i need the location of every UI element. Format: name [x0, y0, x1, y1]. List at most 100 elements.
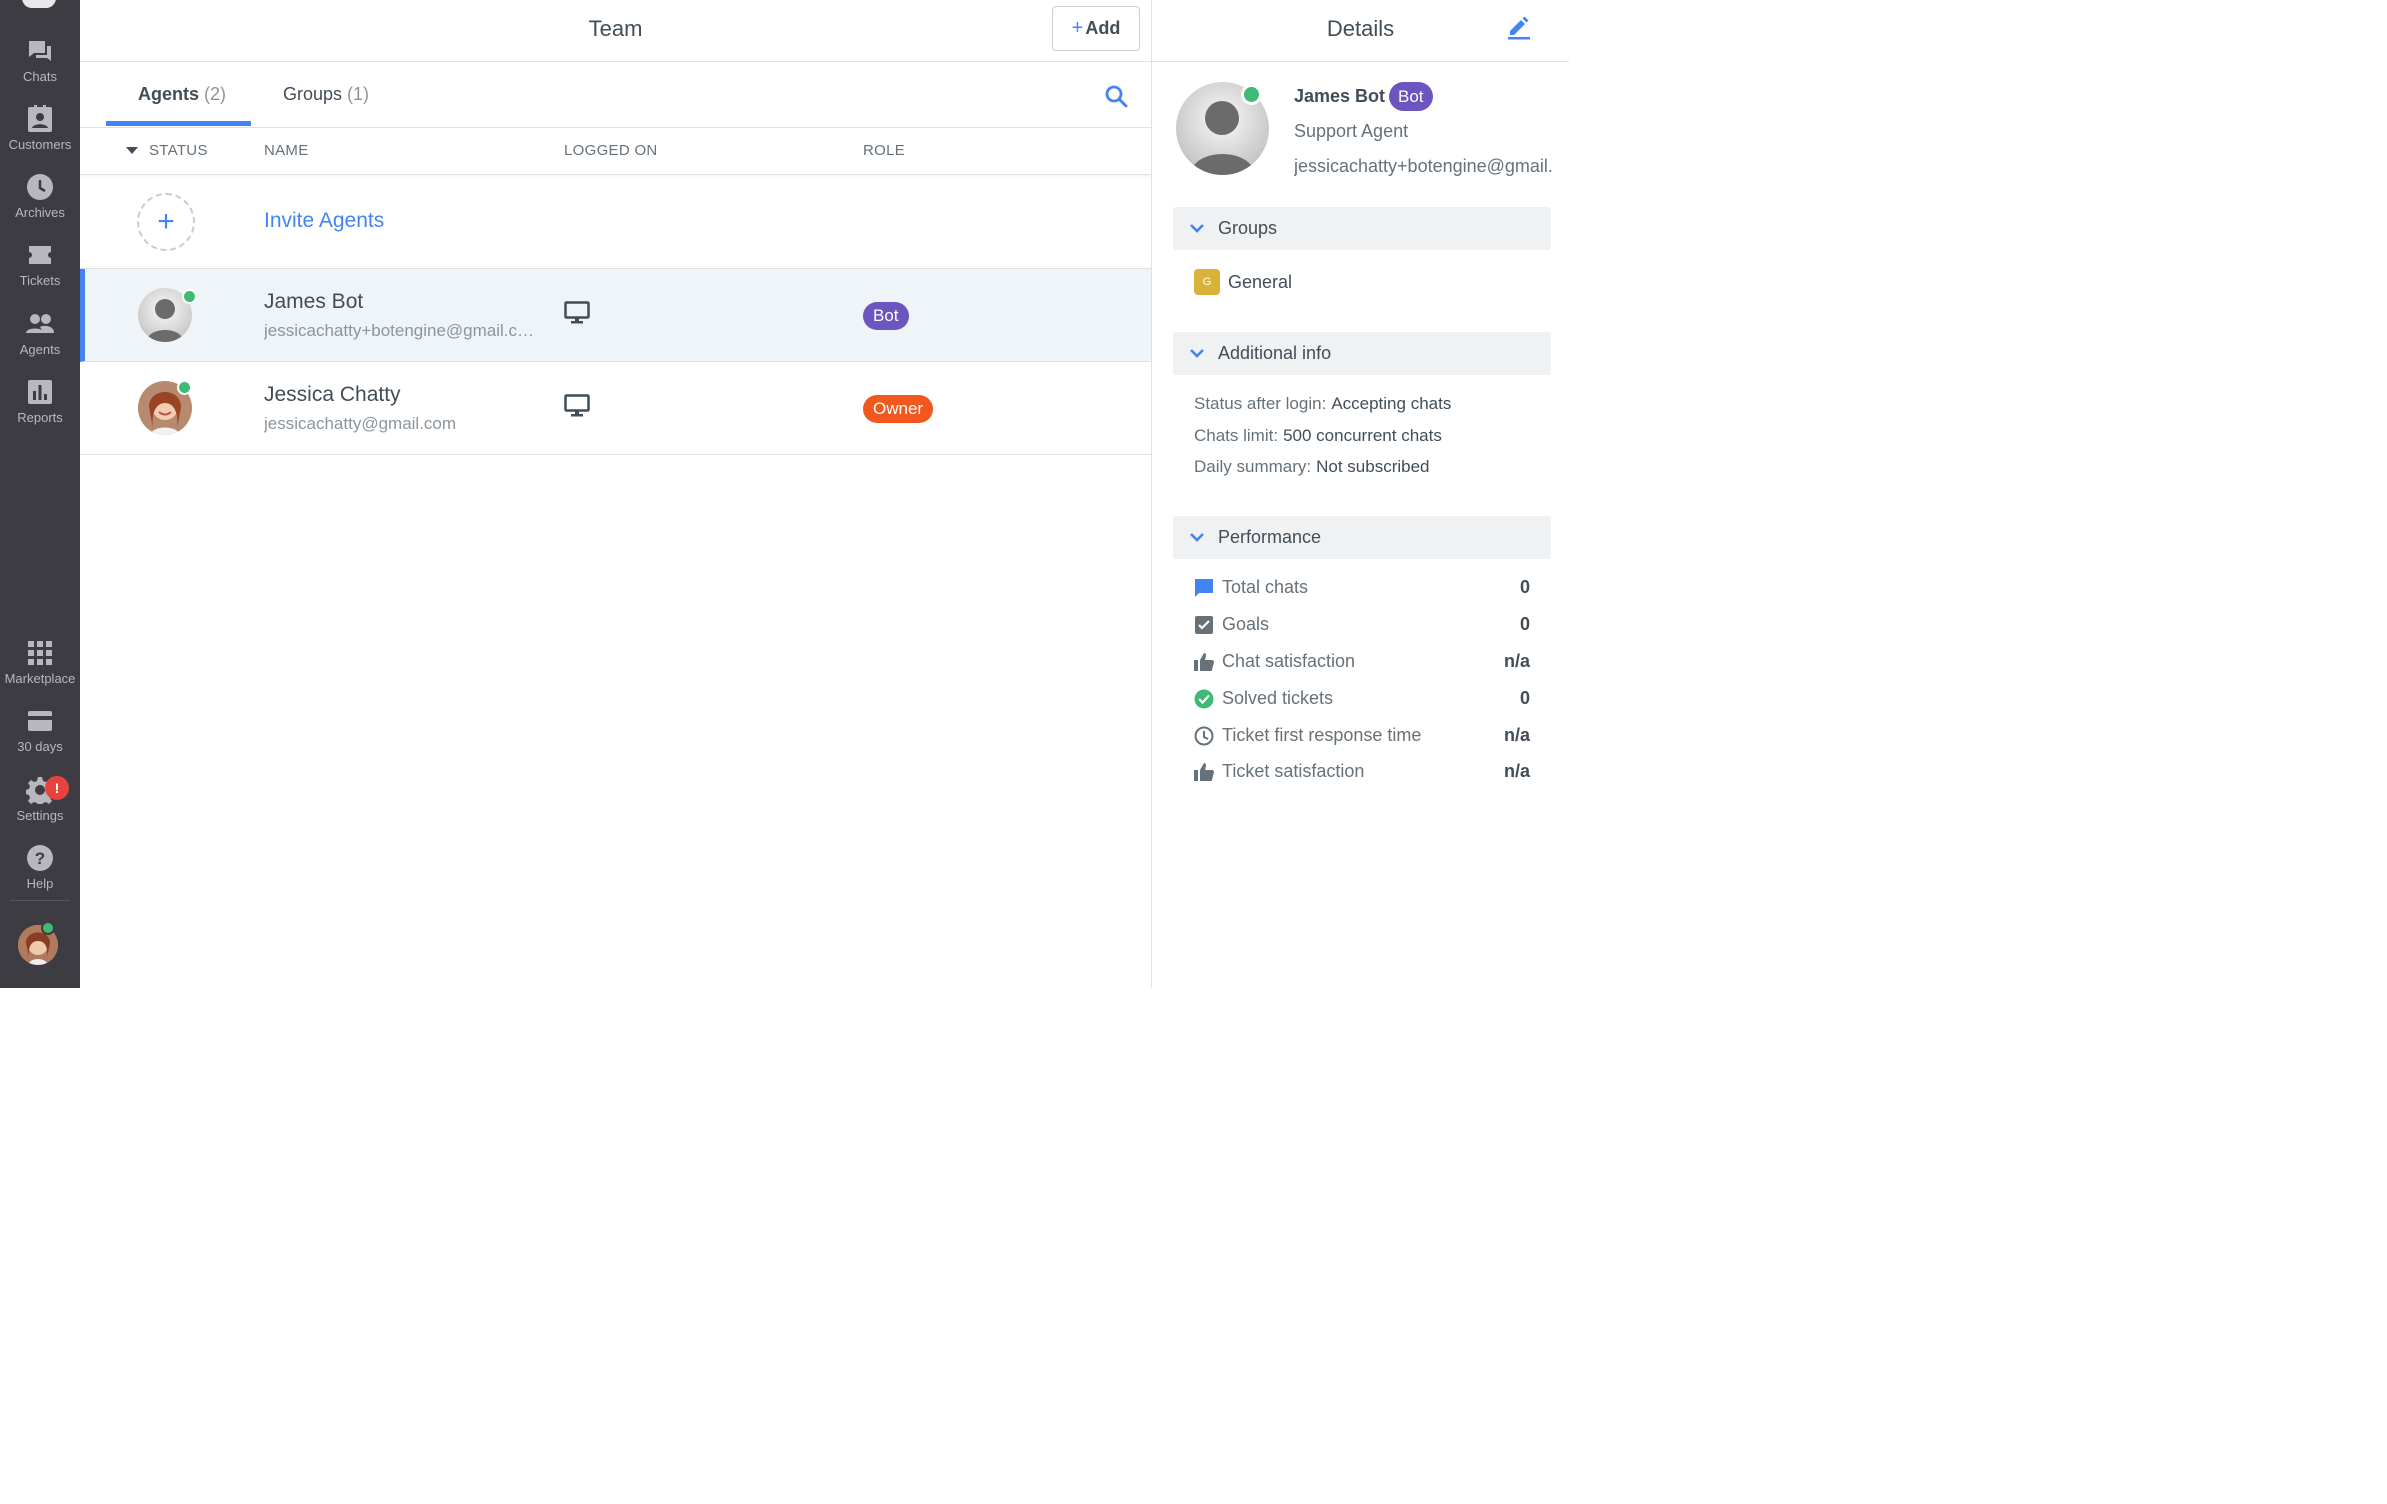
sidebar-item-label: Chats	[23, 69, 57, 84]
details-panel: Details James Bot Bot Support Agent jess…	[1151, 0, 1569, 988]
desktop-icon	[564, 394, 590, 423]
perf-label: Ticket first response time	[1222, 725, 1422, 745]
table-row[interactable]: Jessica Chatty jessicachatty@gmail.com O…	[80, 362, 1151, 455]
invite-plus-icon[interactable]: +	[137, 193, 195, 251]
agent-name: Jessica Chatty	[264, 383, 401, 406]
perf-value: 0	[1519, 577, 1530, 597]
add-agent-button[interactable]: + Add	[1052, 6, 1140, 51]
sidebar-item-label: Customers	[8, 137, 72, 152]
tab-agents-count: (2)	[204, 84, 227, 104]
clock-icon	[1194, 726, 1214, 746]
bar-chart-icon	[25, 377, 55, 407]
sidebar-item-label: Marketplace	[4, 671, 76, 686]
sidebar-item-reports[interactable]: Reports	[0, 377, 80, 437]
desktop-icon	[564, 301, 590, 330]
column-status[interactable]: STATUS	[149, 142, 208, 159]
clock-icon	[25, 172, 55, 202]
sidebar-item-label: Reports	[17, 410, 63, 425]
current-user-status-dot	[41, 921, 55, 935]
sidebar-item-help[interactable]: ? Help	[0, 843, 80, 903]
column-role[interactable]: ROLE	[863, 142, 905, 159]
details-agent-email: jessicachatty+botengine@gmail.com	[1294, 156, 1552, 176]
people-icon	[25, 309, 55, 339]
perf-ticket-first-response-time: Ticket first response time n/a	[1194, 724, 1530, 750]
details-role-badge: Bot	[1389, 82, 1433, 111]
invite-agents-link[interactable]: Invite Agents	[264, 209, 384, 233]
sidebar: Chats Customers Archives Tickets Agents …	[0, 0, 80, 988]
column-name[interactable]: NAME	[264, 142, 309, 159]
ticket-icon	[25, 240, 55, 270]
team-panel: Team + Add Agents (2) Groups (1) STATUS …	[80, 0, 1151, 988]
sidebar-item-label: Archives	[15, 205, 65, 220]
sidebar-item-chats[interactable]: Chats	[0, 36, 80, 96]
plus-icon: +	[1071, 17, 1084, 39]
team-tabs: Agents (2) Groups (1)	[80, 62, 1151, 128]
table-header: STATUS NAME LOGGED ON ROLE	[80, 129, 1151, 175]
details-header: Details	[1152, 0, 1569, 62]
column-logged-on[interactable]: LOGGED ON	[564, 142, 658, 159]
section-title: Groups	[1218, 218, 1278, 238]
perf-ticket-satisfaction: Ticket satisfaction n/a	[1194, 760, 1530, 786]
perf-total-chats: Total chats 0	[1194, 576, 1530, 602]
tab-agents-label: Agents	[138, 84, 200, 104]
group-initial-icon: G	[1194, 269, 1220, 295]
info-value: Not subscribed	[1316, 457, 1430, 476]
chat-square-icon	[1194, 578, 1214, 598]
tab-groups[interactable]: Groups (1)	[283, 84, 369, 105]
grid-icon	[25, 638, 55, 668]
section-title: Additional info	[1218, 343, 1332, 363]
tab-agents[interactable]: Agents (2)	[138, 84, 226, 105]
check-circle-icon	[1194, 689, 1214, 709]
info-status-after-login: Status after login: Accepting chats	[1194, 394, 1451, 414]
sidebar-item-label: Help	[26, 876, 54, 891]
sidebar-item-marketplace[interactable]: Marketplace	[0, 638, 80, 698]
question-icon: ?	[25, 843, 55, 873]
perf-label: Goals	[1222, 614, 1270, 634]
active-tab-indicator	[106, 121, 251, 126]
chevron-down-icon	[1189, 530, 1205, 548]
sidebar-item-label: Settings	[16, 808, 64, 823]
perf-chat-satisfaction: Chat satisfaction n/a	[1194, 650, 1530, 676]
sidebar-item-archives[interactable]: Archives	[0, 172, 80, 232]
agent-email: jessicachatty+botengine@gmail.com	[264, 321, 540, 340]
thumbs-up-icon	[1194, 762, 1214, 782]
sort-caret-icon[interactable]	[126, 147, 138, 154]
tab-groups-count: (1)	[347, 84, 370, 104]
online-status-dot	[1241, 84, 1262, 105]
performance-section-toggle[interactable]: Performance	[1173, 516, 1551, 559]
sidebar-item-agents[interactable]: Agents	[0, 309, 80, 369]
add-button-label: Add	[1085, 18, 1121, 38]
info-key: Chats limit:	[1194, 426, 1279, 445]
perf-label: Ticket satisfaction	[1222, 761, 1365, 781]
role-badge: Bot	[863, 302, 909, 330]
sidebar-item-customers[interactable]: Customers	[0, 104, 80, 164]
chat-bubbles-icon	[25, 36, 55, 66]
perf-label: Solved tickets	[1222, 688, 1334, 708]
groups-section-toggle[interactable]: Groups	[1173, 207, 1551, 250]
table-row[interactable]: James Bot jessicachatty+botengine@gmail.…	[80, 269, 1151, 362]
search-icon[interactable]	[1104, 84, 1130, 110]
sidebar-item-label: 30 days	[17, 739, 63, 754]
info-key: Daily summary:	[1194, 457, 1312, 476]
additional-info-section-toggle[interactable]: Additional info	[1173, 332, 1551, 375]
sidebar-item-label: Tickets	[19, 273, 61, 288]
app-logo-icon[interactable]	[22, 0, 56, 8]
invite-agents-row[interactable]: + Invite Agents	[80, 176, 1151, 269]
edit-pencil-icon[interactable]	[1506, 14, 1532, 45]
thumbs-up-icon	[1194, 652, 1214, 672]
details-agent-role: Support Agent	[1294, 121, 1409, 141]
info-chats-limit: Chats limit: 500 concurrent chats	[1194, 426, 1442, 446]
info-value: Accepting chats	[1331, 394, 1452, 413]
perf-label: Total chats	[1222, 577, 1309, 597]
sidebar-item-tickets[interactable]: Tickets	[0, 240, 80, 300]
group-name[interactable]: General	[1228, 272, 1292, 293]
card-icon	[25, 706, 55, 736]
team-header: Team + Add	[80, 0, 1151, 62]
sidebar-item-billing[interactable]: 30 days	[0, 706, 80, 766]
info-key: Status after login:	[1194, 394, 1327, 413]
section-title: Performance	[1218, 527, 1322, 547]
perf-value: n/a	[1503, 761, 1530, 781]
settings-alert-badge: !	[45, 776, 69, 800]
perf-label: Chat satisfaction	[1222, 651, 1356, 671]
chevron-down-icon	[1189, 221, 1205, 239]
